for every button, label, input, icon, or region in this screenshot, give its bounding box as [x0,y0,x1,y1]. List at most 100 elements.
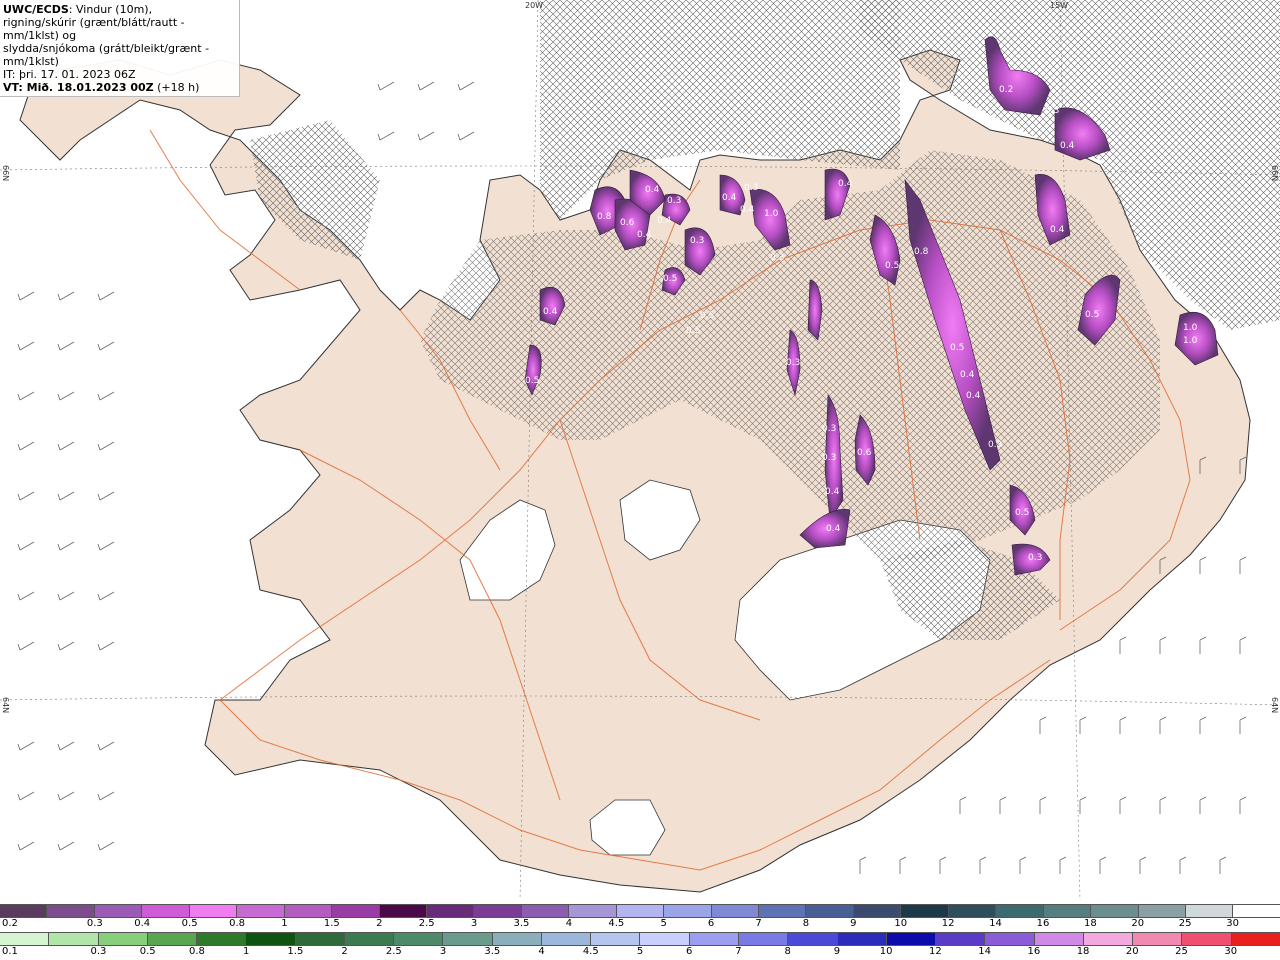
rain-scale-label: 0.1 [2,946,18,957]
rain-color-cell [885,933,936,945]
snow-color-cell [473,905,521,917]
snow-scale-label: 0.3 [86,918,103,929]
snow-color-cell [947,905,996,917]
precip-label: 1.0 [1183,323,1198,333]
snow-color-cell [663,905,711,917]
snow-color-cell [378,905,426,917]
precip-label: 0.6 [620,218,635,228]
lat-label-left-66n: 66N [1,165,10,182]
rain-scale-label: 9 [833,946,841,957]
lon-label-20w: 20W [525,1,544,10]
snow-color-cell [0,905,47,917]
precip-label: 0.3 [667,196,681,206]
snow-color-cell [141,905,189,917]
map-info-legend: UWC/ECDS: Vindur (10m), rigning/skúrir (… [0,0,240,97]
snow-color-cell [710,905,758,917]
precip-label: 0.5 [950,343,964,353]
rain-scale-label: 4.5 [582,946,599,957]
rain-color-cell [984,933,1034,945]
precip-label: 0.4 [722,193,737,203]
precip-label: 0.4 [966,391,981,401]
snow-color-cell [1137,905,1185,917]
precip-label: 1.0 [1183,336,1198,346]
snow-color-cell [805,905,853,917]
rain-color-cell [491,933,541,945]
rain-color-cell [639,933,689,945]
legend-model-name: UWC/ECDS [3,3,69,16]
snow-color-cell [236,905,284,917]
snow-color-cell [852,905,901,917]
rain-scale-label: 3.5 [484,946,501,957]
rain-scale-label: 30 [1224,946,1238,957]
precip-label: 0.3 [822,453,836,463]
precip-label: 0.4 [960,370,975,380]
legend-valid-time: VT: Mið. 18.01.2023 00Z [3,81,154,94]
precip-label: 1.0 [764,209,779,219]
rain-scale-label: 0.8 [188,946,205,957]
precip-label: 0.4 [740,205,755,215]
precip-label: 0.5 [1085,310,1099,320]
snow-scale-label: 3 [470,918,478,929]
rain-scale-label: 25 [1175,946,1188,957]
snow-scale-label: 1.5 [323,918,340,929]
snow-color-cell [1090,905,1138,917]
snow-scale-label: 4 [565,918,573,929]
snow-color-cell [995,905,1043,917]
legend-snow-line: slydda/snjókoma (grátt/bleikt/grænt - mm… [3,42,210,68]
snow-scale-label: 30 [1226,918,1239,929]
snow-color-cell [283,905,332,917]
rain-scale-label: 6 [686,946,693,957]
rain-scale-label: 2.5 [385,946,402,957]
snow-scale-label: 4.5 [608,918,625,929]
precip-label: 0.3 [822,424,836,434]
snow-color-cell [520,905,569,917]
precip-label: 0.4 [825,487,840,497]
rain-color-cell [294,933,344,945]
precip-label: 0.4 [645,185,660,195]
legend-initial-time: IT: þri. 17. 01. 2023 06Z [3,68,136,81]
rain-scale-label: 0.5 [139,946,156,957]
snow-scale-label: 0.2 [2,918,18,929]
rain-color-cell [0,933,49,945]
snow-scale-label: 20 [1131,918,1145,929]
precip-label: 0.5 [885,261,899,271]
lat-label-right-66n: 66N [1270,165,1279,182]
rain-scale-label: 0.3 [90,946,107,957]
rain-scale-label: 4 [538,946,545,957]
precip-label: 0.4 [637,230,652,240]
lat-label-left-64n: 64N [1,697,10,714]
snow-scale-label: 1 [281,918,288,929]
snow-scale-label: 9 [850,918,857,929]
precip-label: 0.4 [1060,141,1075,151]
snow-scale-label: 0.8 [229,918,245,929]
precip-label: 0.5 [700,311,714,321]
precip-label: 0.4 [1050,225,1065,235]
precip-label: 0.8 [597,212,612,222]
snow-color-cell [1184,905,1233,917]
rain-color-cell [737,933,788,945]
snow-scale-label: 0.4 [134,918,151,929]
snow-scale-label: 3.5 [513,918,530,929]
rain-scale-label: 18 [1076,946,1090,957]
rain-scale-label: 8 [784,946,791,957]
rain-scale-label: 2 [341,946,348,957]
rain-color-cell [1033,933,1083,945]
precip-label: 0.4 [838,179,853,189]
rain-color-cell [196,933,246,945]
rain-color-cell [393,933,443,945]
snow-color-cell [1232,905,1280,917]
rain-color-bar [0,932,1280,946]
rain-scale-label: 5 [636,946,644,957]
snow-color-bar [0,904,1280,918]
rain-color-cell [1132,933,1182,945]
rain-scale-label: 12 [929,946,942,957]
rain-scale-label: 20 [1125,946,1139,957]
rain-color-cell [540,933,591,945]
precip-label: 0.5 [1015,508,1029,518]
rain-color-cell [245,933,295,945]
snow-color-cell [900,905,948,917]
snow-scale-label: 7 [755,918,762,929]
rain-color-cell [1082,933,1133,945]
rain-color-cell [442,933,492,945]
snow-scale-labels: 0.2 0.3 0.4 0.5 0.8 1 1.5 2 2.5 3 3.5 4 4.5 5 6 7 8 9 10 12… [0,918,1280,932]
